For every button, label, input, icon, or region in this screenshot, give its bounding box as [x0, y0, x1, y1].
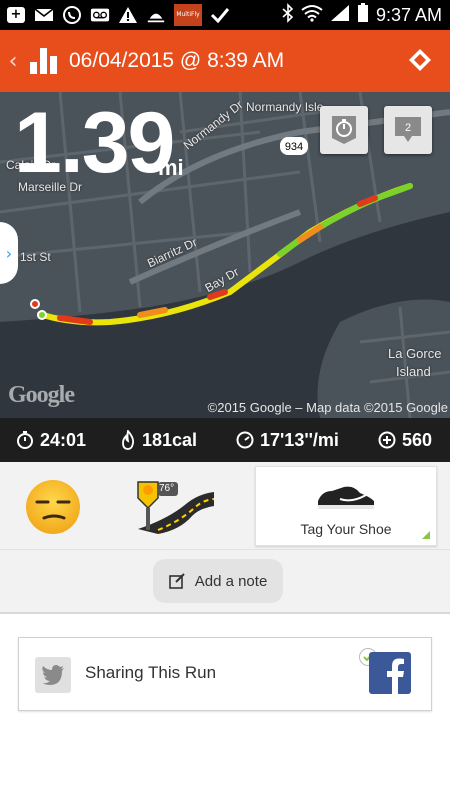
check-icon: [210, 5, 230, 25]
comments-count: 2: [405, 122, 411, 134]
duration-value: 24:01: [40, 429, 87, 450]
wifi-icon: [301, 4, 323, 26]
voicemail-icon: [90, 5, 110, 25]
divider: [0, 612, 450, 614]
weather-widget[interactable]: 76°: [128, 474, 216, 534]
bluetooth-icon: [282, 3, 294, 27]
fuel-value: 560: [402, 429, 433, 450]
add-icon: +: [6, 5, 26, 25]
tag-shoe-button[interactable]: Tag Your Shoe: [255, 466, 437, 546]
map-copyright: ©2015 Google – Map data ©2015 Google: [207, 400, 448, 415]
stats-bar: 24:01 181cal 17'13''/mi 560: [0, 418, 450, 462]
app-icon: MultiFly: [174, 4, 202, 26]
divider: [0, 549, 450, 550]
run-date-title: 06/04/2015 @ 8:39 AM: [69, 49, 285, 72]
whatsapp-icon: [62, 5, 82, 25]
calories-stat: 181cal: [120, 418, 197, 462]
flame-icon: [122, 430, 135, 450]
stopwatch-icon: [17, 431, 33, 449]
fuel-icon: [378, 431, 396, 449]
status-bar: + MultiFly 9:37 AM: [0, 0, 450, 30]
pace-value: 17'13''/mi: [260, 429, 339, 450]
map-label: Normandy Isle: [246, 100, 324, 114]
speedometer-icon: [236, 431, 254, 449]
pace-stat: 17'13''/mi: [236, 418, 339, 462]
map-label: Island: [396, 364, 431, 379]
google-logo: Google: [8, 382, 75, 408]
map-label: La Gorce: [388, 346, 442, 361]
unamused-face-icon[interactable]: [24, 478, 82, 536]
distance-unit: mi: [158, 155, 184, 180]
fuel-stat: 560: [378, 418, 432, 462]
app-header: ‹ 06/04/2015 @ 8:39 AM: [0, 30, 450, 92]
comment-icon: 2: [395, 117, 421, 142]
stopwatch-icon: [332, 116, 356, 144]
map-label: 1st St: [20, 250, 51, 264]
dropdown-corner-icon: [422, 531, 430, 539]
comments-button[interactable]: 2: [384, 106, 432, 154]
sharing-label: Sharing This Run: [85, 663, 217, 682]
side-drawer-tab[interactable]: ›: [0, 222, 18, 284]
mail-icon: [34, 5, 54, 25]
sharing-card: Sharing This Run: [18, 637, 432, 711]
twitter-icon: [42, 665, 64, 685]
edit-icon: [168, 573, 185, 589]
warning-icon: [118, 5, 138, 25]
duration-stat: 24:01: [16, 418, 86, 462]
clock: 9:37 AM: [375, 4, 442, 25]
road-shield-number: 934: [285, 141, 303, 153]
stopwatch-button[interactable]: [320, 106, 368, 154]
weather-temperature: 76°: [159, 483, 175, 494]
shoe-icon: [318, 486, 374, 509]
twitter-share-toggle[interactable]: [35, 657, 71, 693]
bar-chart-icon[interactable]: [30, 48, 57, 74]
calories-value: 181cal: [142, 429, 198, 450]
facebook-share-toggle[interactable]: [369, 652, 411, 694]
chevron-left-icon[interactable]: ‹: [2, 49, 24, 74]
tag-shoe-label: Tag Your Shoe: [300, 521, 392, 537]
diamond-icon[interactable]: [408, 48, 432, 72]
add-note-label: Add a note: [194, 572, 268, 590]
chevron-right-icon: ›: [5, 243, 13, 263]
signal-icon: [330, 4, 350, 26]
add-note-button[interactable]: Add a note: [153, 559, 283, 603]
facebook-icon: [387, 658, 404, 694]
distance-value: 1.39: [14, 95, 175, 191]
battery-icon: [357, 3, 369, 27]
weather-icon: [146, 5, 166, 25]
